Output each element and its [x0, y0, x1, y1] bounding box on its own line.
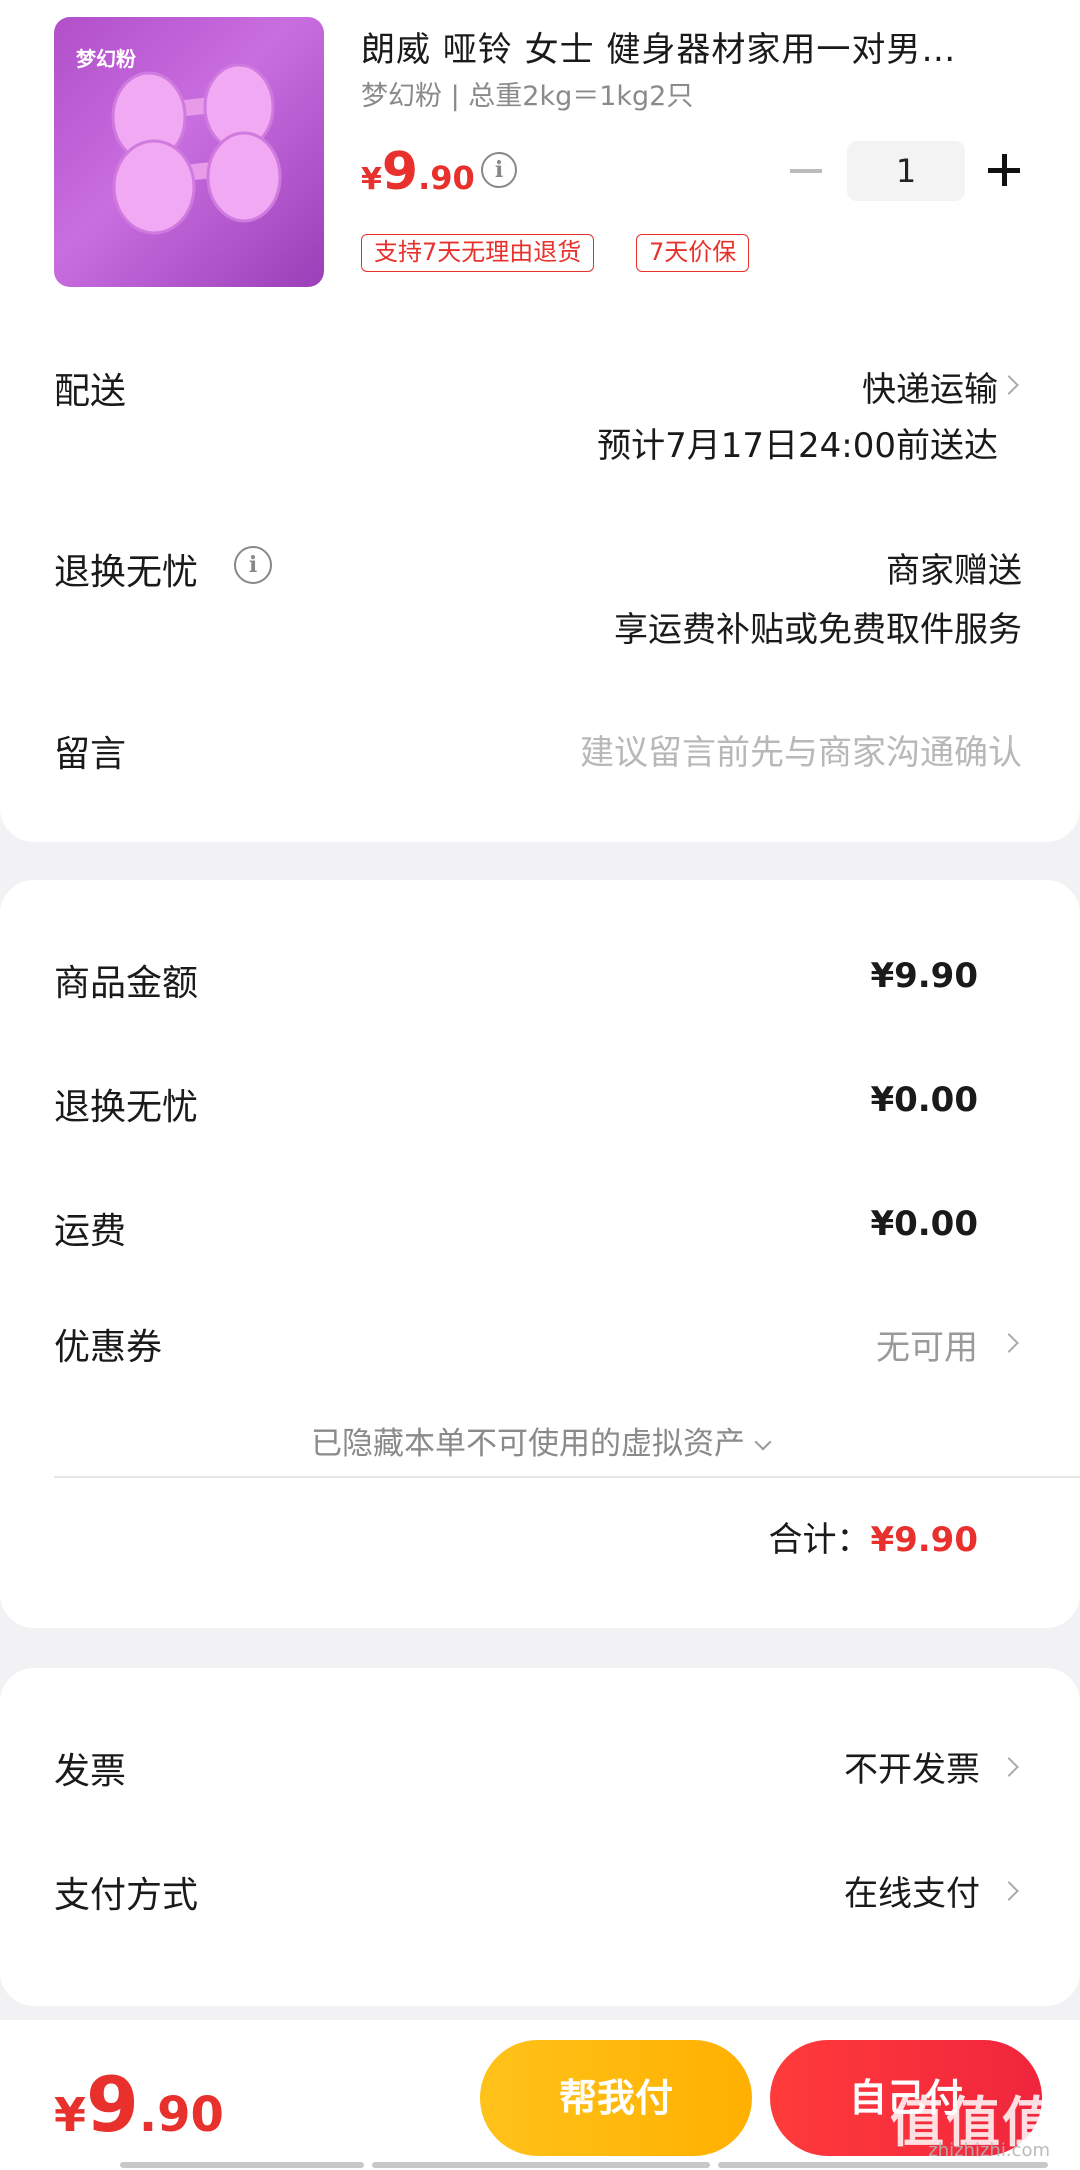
chevron-right-icon[interactable]: [999, 1757, 1019, 1777]
help-pay-button[interactable]: 帮我付: [480, 2040, 752, 2156]
quantity-decrease-button[interactable]: [790, 169, 822, 173]
total-value: ¥9.90: [870, 1520, 978, 1560]
order-total: 合计：¥9.90: [768, 1512, 978, 1561]
price-protect-tag: 7天价保: [636, 234, 750, 272]
checkout-price-currency: ¥: [54, 2088, 87, 2142]
coupon-label: 优惠券: [54, 1327, 163, 1368]
returns-fee-value: ¥0.00: [870, 1080, 978, 1120]
returns-info-icon[interactable]: i: [234, 546, 272, 584]
product-thumbnail[interactable]: 梦幻粉: [54, 17, 324, 287]
total-label: 合计：: [768, 1520, 871, 1560]
nav-indicator: [120, 2162, 364, 2168]
returns-value: 商家赠送: [886, 551, 1022, 591]
order-item-card: 梦幻粉 朗威 哑铃 女士 健身器材家用一对男… 梦幻粉 | 总重2kg＝1kg2…: [0, 0, 1080, 842]
shipping-value: ¥0.00: [870, 1204, 978, 1244]
chevron-down-icon: [754, 1433, 772, 1451]
delivery-label: 配送: [54, 371, 127, 412]
delivery-eta: 预计7月17日24:00前送达: [597, 426, 998, 466]
watermark-url: zhizhizhi.com: [928, 2140, 1050, 2161]
product-variant[interactable]: 梦幻粉 | 总重2kg＝1kg2只: [361, 74, 693, 113]
returns-label: 退换无忧: [54, 552, 199, 593]
invoice-label: 发票: [54, 1751, 127, 1792]
product-title[interactable]: 朗威 哑铃 女士 健身器材家用一对男…: [361, 22, 1021, 71]
amount-summary-card: 商品金额 ¥9.90 退换无忧 ¥0.00 运费 ¥0.00 优惠券 无可用 已…: [0, 880, 1080, 1628]
price-integer: 9: [381, 142, 419, 202]
invoice-value[interactable]: 不开发票: [844, 1742, 980, 1791]
goods-amount-label: 商品金额: [54, 963, 199, 1004]
checkout-price-integer: 9: [86, 2060, 139, 2149]
quantity-increase-button[interactable]: [988, 154, 1020, 186]
payment-method-value[interactable]: 在线支付: [844, 1866, 980, 1915]
goods-amount-value: ¥9.90: [870, 956, 978, 996]
product-price: ¥9.90: [361, 142, 475, 202]
message-label: 留言: [54, 734, 127, 775]
checkout-price-decimal: .90: [138, 2087, 224, 2143]
delivery-method[interactable]: 快递运输: [862, 362, 998, 411]
payment-method-label: 支付方式: [54, 1875, 199, 1916]
divider: [54, 1476, 1080, 1478]
hidden-assets-toggle[interactable]: 已隐藏本单不可使用的虚拟资产: [0, 1418, 1080, 1463]
price-decimal: .90: [418, 159, 475, 197]
returns-fee-label: 退换无忧: [54, 1087, 199, 1128]
invoice-payment-card: 发票 不开发票 支付方式 在线支付: [0, 1668, 1080, 2006]
quantity-input[interactable]: 1: [847, 141, 965, 201]
chevron-right-icon[interactable]: [999, 1881, 1019, 1901]
checkout-price: ¥9.90: [54, 2060, 224, 2149]
return-policy-tag: 支持7天无理由退货: [361, 234, 595, 272]
message-input[interactable]: 建议留言前先与商家沟通确认: [580, 725, 1022, 774]
chevron-right-icon[interactable]: [999, 1333, 1019, 1353]
nav-indicator: [372, 2162, 710, 2168]
returns-desc: 享运费补贴或免费取件服务: [614, 610, 1022, 650]
price-currency: ¥: [361, 162, 382, 197]
hidden-assets-text: 已隐藏本单不可使用的虚拟资产: [311, 1426, 745, 1462]
coupon-value[interactable]: 无可用: [876, 1320, 978, 1369]
shipping-label: 运费: [54, 1211, 127, 1252]
chevron-right-icon[interactable]: [999, 375, 1019, 395]
nav-indicator: [718, 2162, 1048, 2168]
price-info-icon[interactable]: i: [481, 152, 517, 188]
thumb-variant-label: 梦幻粉: [76, 47, 136, 71]
